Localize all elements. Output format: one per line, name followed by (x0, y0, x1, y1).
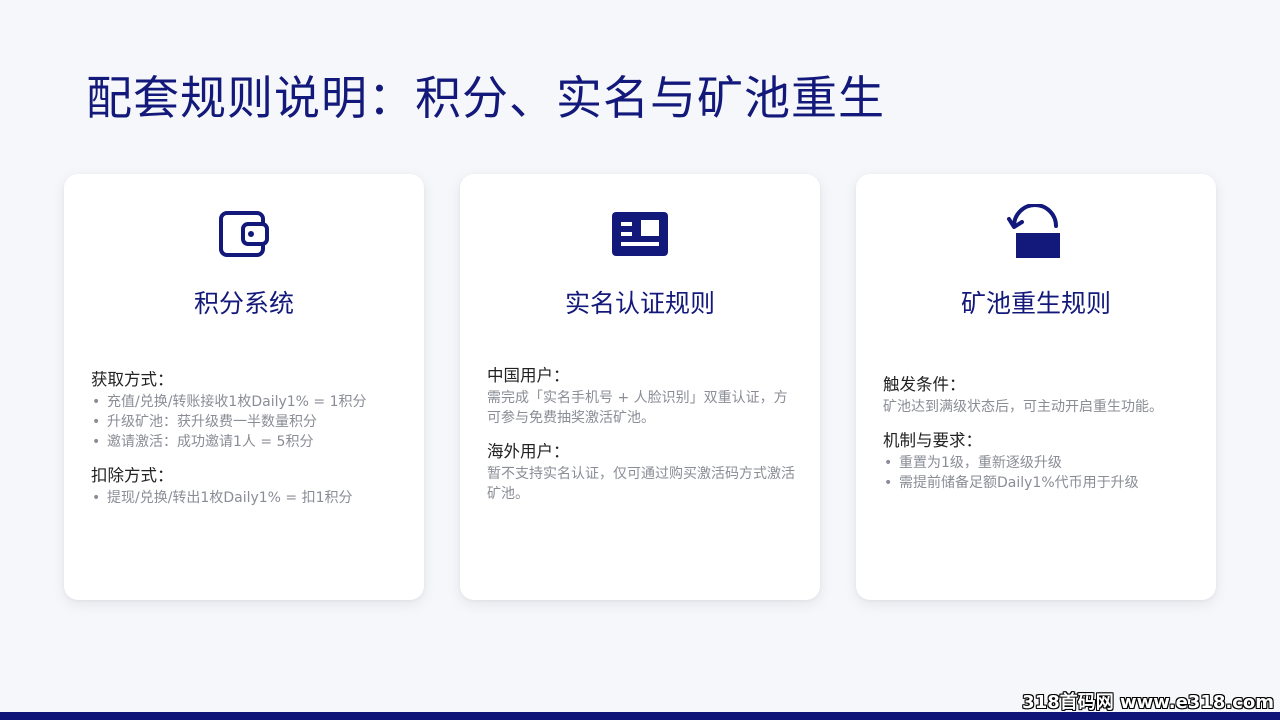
card-real-name-rules: 实名认证规则 中国用户： 需完成「实名手机号 + 人脸识别」双重认证，方可参与免… (460, 174, 820, 600)
bullet-item: 升级矿池：获升级费一半数量积分 (91, 412, 402, 432)
bullet-list: 重置为1级，重新逐级升级 需提前储备足额Daily1%代币用于升级 (883, 453, 1194, 493)
card-body: 获取方式： 充值/兑换/转账接收1枚Daily1% = 1积分 升级矿池：获升级… (91, 368, 402, 520)
bullet-item: 充值/兑换/转账接收1枚Daily1% = 1积分 (91, 392, 402, 412)
section-china-users: 中国用户： 需完成「实名手机号 + 人脸识别」双重认证，方可参与免费抽奖激活矿池… (487, 364, 798, 428)
section-deduct: 扣除方式： 提现/兑换/转出1枚Daily1% = 扣1积分 (91, 464, 402, 508)
card-pool-rebirth-rules: 矿池重生规则 触发条件： 矿池达到满级状态后，可主动开启重生功能。 机制与要求：… (856, 174, 1216, 600)
bullet-item: 提现/兑换/转出1枚Daily1% = 扣1积分 (91, 488, 402, 508)
bullet-item: 需提前储备足额Daily1%代币用于升级 (883, 473, 1194, 493)
section-mechanism: 机制与要求： 重置为1级，重新逐级升级 需提前储备足额Daily1%代币用于升级 (883, 429, 1194, 493)
watermark: 318首码网 www.e318.com (1022, 692, 1274, 713)
section-text: 暂不支持实名认证，仅可通过购买激活码方式激活矿池。 (487, 466, 795, 502)
id-card-icon (610, 204, 670, 264)
section-earn: 获取方式： 充值/兑换/转账接收1枚Daily1% = 1积分 升级矿池：获升级… (91, 368, 402, 452)
bullet-list: 充值/兑换/转账接收1枚Daily1% = 1积分 升级矿池：获升级费一半数量积… (91, 392, 402, 452)
card-title: 矿池重生规则 (960, 289, 1111, 318)
section-text: 矿池达到满级状态后，可主动开启重生功能。 (883, 399, 1163, 415)
card-title: 积分系统 (193, 289, 294, 318)
section-heading: 触发条件： (883, 375, 966, 394)
bullet-list: 提现/兑换/转出1枚Daily1% = 扣1积分 (91, 488, 402, 508)
wallet-icon (214, 204, 274, 264)
section-heading: 扣除方式： (91, 466, 174, 485)
slide-title: 配套规则说明：积分、实名与矿池重生 (86, 71, 885, 125)
section-heading: 获取方式： (91, 370, 174, 389)
bullet-item: 重置为1级，重新逐级升级 (883, 453, 1194, 473)
section-overseas-users: 海外用户： 暂不支持实名认证，仅可通过购买激活码方式激活矿池。 (487, 440, 798, 504)
card-points-system: 积分系统 获取方式： 充值/兑换/转账接收1枚Daily1% = 1积分 升级矿… (64, 174, 424, 600)
section-heading: 机制与要求： (883, 431, 982, 450)
card-body: 触发条件： 矿池达到满级状态后，可主动开启重生功能。 机制与要求： 重置为1级，… (883, 373, 1194, 505)
bullet-item: 邀请激活：成功邀请1人 = 5积分 (91, 432, 402, 452)
card-body: 中国用户： 需完成「实名手机号 + 人脸识别」双重认证，方可参与免费抽奖激活矿池… (487, 364, 798, 516)
card-title: 实名认证规则 (564, 289, 715, 318)
section-trigger: 触发条件： 矿池达到满级状态后，可主动开启重生功能。 (883, 373, 1194, 417)
section-text: 需完成「实名手机号 + 人脸识别」双重认证，方可参与免费抽奖激活矿池。 (487, 390, 788, 426)
reset-icon (1006, 204, 1066, 264)
section-heading: 海外用户： (487, 442, 570, 461)
section-heading: 中国用户： (487, 366, 570, 385)
